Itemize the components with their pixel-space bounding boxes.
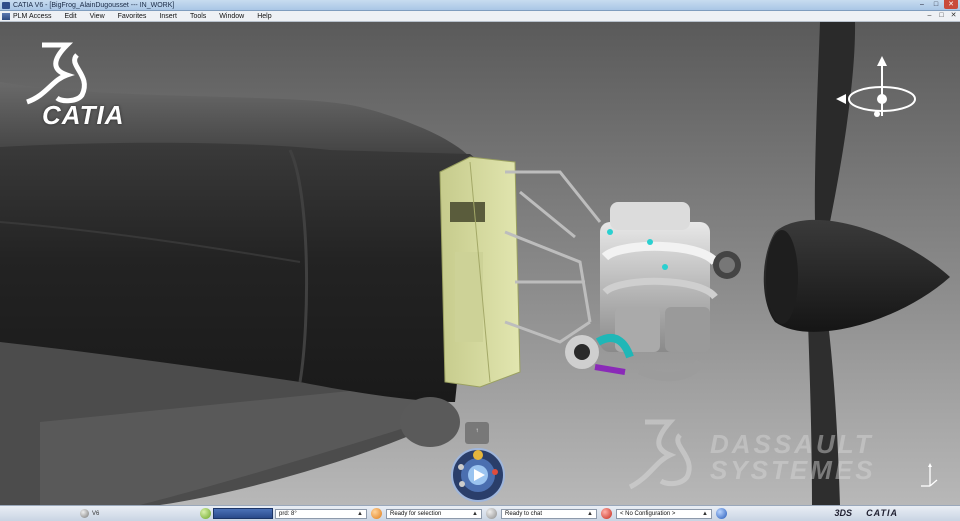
command-dropdown-icon[interactable]: ▲: [357, 511, 363, 517]
menu-view[interactable]: View: [90, 13, 105, 20]
chat-status-field[interactable]: Ready to chat ▲: [501, 508, 597, 519]
configuration-icon[interactable]: [601, 508, 612, 519]
menu-plm-access[interactable]: PLM Access: [13, 13, 52, 20]
doc-minimize-icon[interactable]: –: [925, 11, 934, 20]
chat-dropdown-icon[interactable]: ▲: [587, 511, 593, 517]
collaboration-icon[interactable]: [371, 508, 382, 519]
compass-toggle-icon[interactable]: [716, 508, 727, 519]
menu-help[interactable]: Help: [257, 13, 271, 20]
3d-viewport[interactable]: CATIA DASSAULT SYSTEMES ↑: [0, 22, 960, 505]
v6-icon: [80, 509, 89, 518]
configuration-dropdown-icon[interactable]: ▲: [702, 511, 708, 517]
menu-window[interactable]: Window: [219, 13, 244, 20]
status-catia-logo: CATIA: [866, 508, 898, 518]
configuration-select[interactable]: < No Configuration > ▲: [616, 508, 712, 519]
power-input-icon[interactable]: [200, 508, 211, 519]
robot-icon[interactable]: ↑: [448, 422, 508, 505]
chat-icon[interactable]: [486, 508, 497, 519]
title-bar: CATIA V6 - [BigFrog_AlainDugousset --- I…: [0, 0, 960, 11]
3ds-watermark-icon: [628, 419, 692, 490]
document-icon[interactable]: [2, 12, 10, 20]
app-icon[interactable]: [2, 1, 10, 9]
watermark-line2: SYSTEMES: [710, 455, 876, 485]
configuration-value: < No Configuration >: [620, 510, 676, 517]
v6-indicator[interactable]: V6: [80, 509, 200, 518]
catia-logo: CATIA: [22, 40, 152, 135]
catia-wordmark: CATIA: [42, 100, 125, 130]
axis-triad-icon: [921, 463, 938, 487]
selection-status-field[interactable]: Ready for selection ▲: [386, 508, 482, 519]
dassault-watermark: DASSAULT SYSTEMES: [625, 417, 905, 497]
window-controls: – □ ✕: [916, 0, 958, 9]
menu-bar: PLM Access Edit View Favorites Insert To…: [0, 11, 960, 22]
command-text: prd: 8°: [279, 510, 297, 517]
menu-favorites[interactable]: Favorites: [118, 13, 147, 20]
document-window-controls: – □ ✕: [925, 11, 958, 20]
v6-label: V6: [92, 510, 100, 517]
maximize-icon[interactable]: □: [930, 0, 942, 9]
doc-restore-icon[interactable]: □: [937, 11, 946, 20]
menu-insert[interactable]: Insert: [159, 13, 177, 20]
progress-bar: [213, 508, 273, 519]
chat-status: Ready to chat: [505, 510, 543, 517]
command-input[interactable]: prd: 8° ▲: [275, 508, 367, 519]
close-icon[interactable]: ✕: [944, 0, 958, 9]
status-3ds-mark: 3DS: [834, 508, 852, 518]
compass-icon[interactable]: [832, 54, 922, 124]
menu-tools[interactable]: Tools: [190, 13, 206, 20]
doc-close-icon[interactable]: ✕: [949, 11, 958, 20]
selection-status: Ready for selection: [390, 510, 442, 517]
status-bar: V6 prd: 8° ▲ Ready for selection ▲ Ready…: [0, 505, 960, 521]
menu-edit[interactable]: Edit: [65, 13, 77, 20]
minimize-icon[interactable]: –: [916, 0, 928, 9]
svg-text:↑: ↑: [476, 428, 479, 434]
window-title: CATIA V6 - [BigFrog_AlainDugousset --- I…: [13, 1, 175, 9]
selection-dropdown-icon[interactable]: ▲: [472, 511, 478, 517]
